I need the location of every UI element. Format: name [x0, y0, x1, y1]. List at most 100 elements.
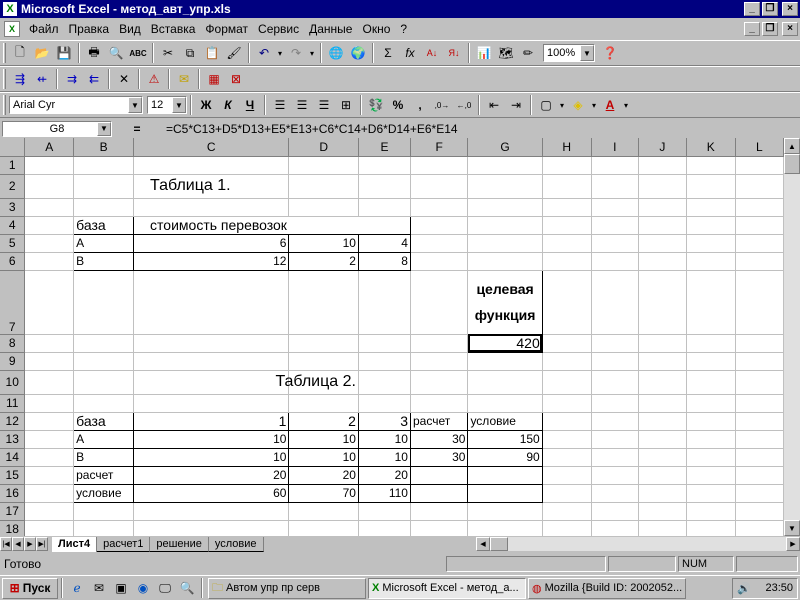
select-all-corner[interactable]	[0, 138, 26, 157]
sort-ascending-icon[interactable]: A↓	[421, 42, 443, 64]
map-icon[interactable]: 🗺	[495, 42, 517, 64]
table2-title[interactable]: Таблица 2.	[275, 370, 359, 395]
copy-icon[interactable]: ⧉	[179, 42, 201, 64]
cell[interactable]	[638, 394, 687, 413]
t2-cell[interactable]: 150	[467, 430, 543, 449]
prev-sheet-icon[interactable]: ◀	[12, 537, 24, 551]
row-header[interactable]: 12	[0, 412, 26, 431]
clock[interactable]: 23:50	[765, 582, 793, 594]
cell[interactable]	[591, 216, 639, 235]
cell[interactable]	[638, 352, 687, 371]
cell[interactable]	[73, 270, 135, 335]
cell[interactable]	[591, 430, 639, 449]
row-header[interactable]: 2	[0, 174, 26, 199]
cell[interactable]	[638, 484, 687, 503]
tab-uslovie[interactable]: условие	[208, 536, 264, 552]
cell[interactable]	[288, 156, 359, 175]
cell[interactable]	[638, 448, 687, 467]
cell[interactable]	[24, 270, 75, 335]
cell[interactable]	[735, 252, 784, 271]
doc-restore-button[interactable]: ❐	[762, 22, 778, 36]
cell[interactable]	[591, 412, 639, 431]
redo-dropdown-icon[interactable]: ▾	[307, 42, 317, 64]
cell[interactable]	[591, 156, 639, 175]
cell[interactable]	[735, 352, 784, 371]
vertical-scroll-thumb[interactable]	[784, 154, 800, 174]
insert-hyperlink-icon[interactable]: 🌐	[325, 42, 347, 64]
t2-cell[interactable]: 20	[358, 466, 411, 485]
cell[interactable]	[542, 370, 592, 395]
row-header[interactable]: 9	[0, 352, 26, 371]
save-icon[interactable]: 💾	[53, 42, 75, 64]
t2-cell[interactable]: 30	[410, 430, 469, 449]
align-left-icon[interactable]: ☰	[269, 94, 291, 116]
cell[interactable]	[591, 352, 639, 371]
remove-all-arrows-icon[interactable]: ✕	[113, 68, 135, 90]
tab-raschet1[interactable]: расчет1	[97, 536, 151, 552]
t2-cell[interactable]: 90	[467, 448, 543, 467]
t2-cell[interactable]: 30	[410, 448, 469, 467]
t2-cell[interactable]: расчет	[73, 466, 135, 485]
cell[interactable]	[410, 370, 469, 395]
tab-reshenie[interactable]: решение	[150, 536, 209, 552]
cell[interactable]	[638, 234, 687, 253]
cell[interactable]	[591, 448, 639, 467]
menu-format[interactable]: Формат	[200, 22, 253, 36]
cell[interactable]	[542, 448, 592, 467]
vertical-scrollbar[interactable]: ▲ ▼	[784, 138, 800, 536]
cell[interactable]	[24, 198, 75, 217]
new-icon[interactable]: 🗋	[9, 42, 31, 64]
formula-input[interactable]: =C5*C13+D5*D13+E5*E13+C6*C14+D6*D14+E6*E…	[162, 122, 458, 136]
doc-minimize-button[interactable]: _	[744, 22, 760, 36]
clear-validation-circles-icon[interactable]: ⊠	[225, 68, 247, 90]
t2-header-cell[interactable]: условие	[467, 411, 543, 431]
task-folder[interactable]: 🗀 Автом упр пр серв	[208, 577, 366, 599]
print-icon[interactable]: 🖶	[83, 42, 105, 64]
horizontal-scrollbar[interactable]: ◀ ▶	[476, 537, 800, 551]
t1-cell[interactable]: 4	[358, 234, 411, 253]
formula-equals-sign[interactable]: =	[112, 122, 162, 136]
new-comment-icon[interactable]: ✉	[173, 68, 195, 90]
cell[interactable]	[24, 484, 75, 503]
next-sheet-icon[interactable]: ▶	[24, 537, 36, 551]
cell[interactable]	[467, 352, 543, 371]
cell[interactable]	[542, 198, 592, 217]
app-icon[interactable]: 🖵	[156, 579, 174, 597]
cell[interactable]	[358, 334, 411, 353]
currency-icon[interactable]: 💱	[365, 94, 387, 116]
cell[interactable]	[24, 412, 75, 431]
cell[interactable]	[735, 466, 784, 485]
cell[interactable]	[686, 234, 736, 253]
cell[interactable]	[24, 352, 75, 371]
menu-tools[interactable]: Сервис	[253, 22, 304, 36]
cell[interactable]	[686, 430, 736, 449]
cell[interactable]	[638, 412, 687, 431]
col-header-l[interactable]: L	[735, 138, 784, 157]
row-header[interactable]: 8	[0, 334, 26, 353]
cell[interactable]	[591, 234, 639, 253]
undo-icon[interactable]: ↶	[253, 42, 275, 64]
cell[interactable]	[73, 394, 135, 413]
name-box-dropdown-icon[interactable]: ▼	[97, 122, 111, 136]
cell[interactable]	[410, 174, 469, 199]
paste-function-icon[interactable]: fx	[399, 42, 421, 64]
cell[interactable]	[591, 466, 639, 485]
percent-button[interactable]: %	[387, 94, 409, 116]
cell[interactable]	[638, 174, 687, 199]
row-header[interactable]: 15	[0, 466, 26, 485]
t2-cell[interactable]	[410, 484, 469, 503]
comma-button[interactable]: ,	[409, 94, 431, 116]
cell[interactable]	[410, 156, 469, 175]
decrease-decimal-icon[interactable]: ←,0	[453, 94, 475, 116]
col-header-c[interactable]: C	[133, 138, 290, 157]
cell[interactable]	[410, 394, 469, 413]
cell[interactable]	[542, 484, 592, 503]
row-header[interactable]: 11	[0, 394, 26, 413]
cell[interactable]	[735, 370, 784, 395]
increase-decimal-icon[interactable]: ,0→	[431, 94, 453, 116]
cell[interactable]	[133, 370, 290, 395]
cell[interactable]	[686, 466, 736, 485]
cell[interactable]	[638, 430, 687, 449]
cell[interactable]	[288, 520, 359, 536]
t1-cell[interactable]: 8	[358, 252, 411, 271]
